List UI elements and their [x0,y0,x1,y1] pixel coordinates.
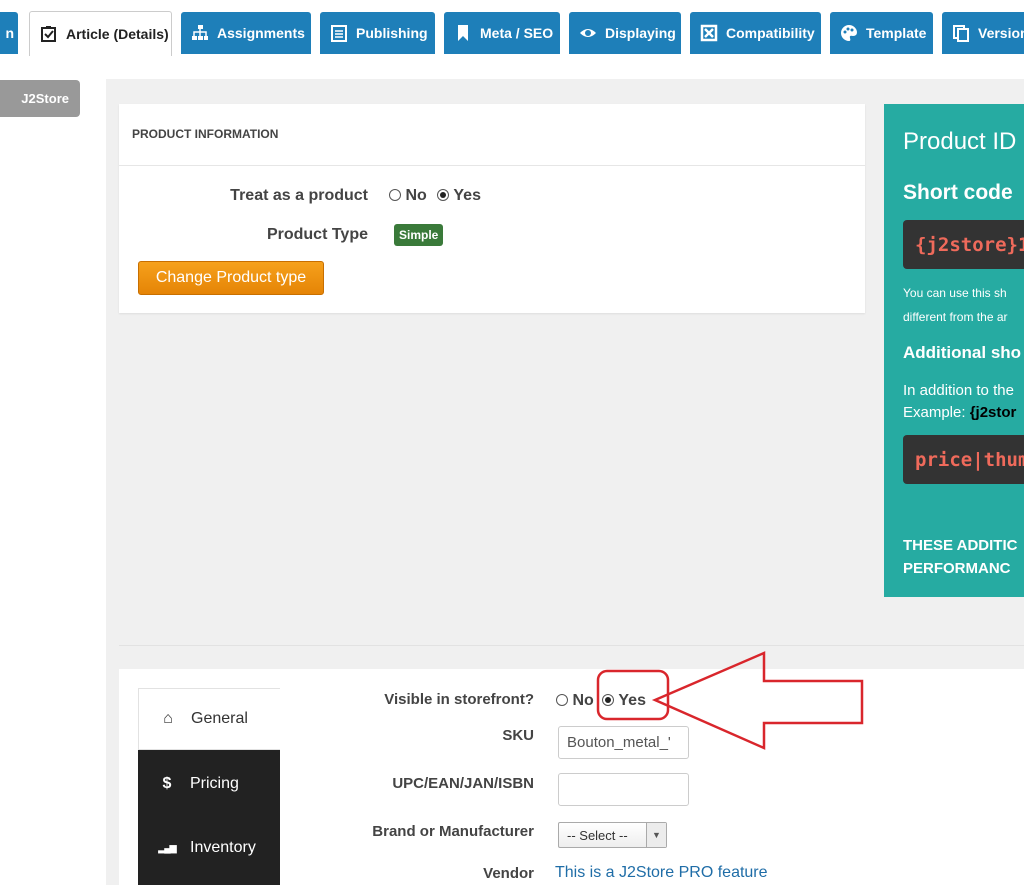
tab-label: Assignments [217,25,305,41]
j2store-sidebar-button[interactable]: J2Store [0,80,80,117]
performance-note: THESE ADDITIC PERFORMANC [903,534,1017,580]
signal-bars-icon: ▂▄▆ [158,842,176,853]
product-side-tabs: ⌂ General $ Pricing ▂▄▆ Inventory [138,688,280,885]
treat-no-radio[interactable] [389,189,401,201]
tab-assignments[interactable]: Assignments [181,12,311,54]
tab-bar: n Article (Details) Assignments Publishi… [0,0,1024,56]
brand-label: Brand or Manufacturer [372,823,534,840]
visible-yes-radio[interactable] [602,694,615,706]
performance-note-line-2: PERFORMANC [903,560,1011,577]
additional-code-box: price|thum [903,435,1024,484]
tab-meta-seo[interactable]: Meta / SEO [444,12,560,54]
addition-example-line: Example: {j2stor [903,402,1016,424]
side-tab-inventory[interactable]: ▂▄▆ Inventory [138,817,280,879]
sku-label: SKU [502,727,534,744]
vendor-label: Vendor [483,865,534,882]
pro-feature-link[interactable]: This is a J2Store PRO feature [555,864,768,882]
side-tab-label: General [191,710,248,727]
product-id-panel: Product ID Short code {j2store}1 You can… [884,104,1024,597]
product-information-title: PRODUCT INFORMATION [132,127,279,141]
tab-template[interactable]: Template [830,12,933,54]
tab-publishing[interactable]: Publishing [320,12,435,54]
additional-shortcode-text: In addition to the Example: {j2stor [903,380,1016,424]
sku-input[interactable]: Bouton_metal_' [558,726,689,759]
section-separator [119,645,1024,646]
additional-shortcode-heading: Additional sho [903,343,1022,362]
short-code-help-line-1: You can use this sh [903,286,1007,300]
tab-partial-left[interactable]: n [0,12,18,54]
side-tab-general[interactable]: ⌂ General [138,688,280,750]
tab-label: Meta / SEO [480,25,554,41]
short-code-help-line-2: different from the ar [903,310,1008,324]
tab-label: n [5,25,14,41]
visible-radio-group: No Yes [556,692,646,710]
checkbox-icon [40,25,58,43]
visible-no-radio[interactable] [556,694,568,706]
treat-yes-radio[interactable] [437,189,450,201]
visible-yes-label: Yes [618,692,646,709]
tab-article-details[interactable]: Article (Details) [29,11,172,56]
eye-icon [579,24,597,42]
tab-label: Displaying [605,25,676,41]
upc-input[interactable] [558,773,689,806]
side-tab-pricing[interactable]: $ Pricing [138,753,280,815]
tab-label: Version [978,25,1024,41]
treat-no-label: No [405,187,427,204]
calendar-icon [330,24,348,42]
divider [119,165,865,166]
product-type-badge: Simple [394,224,444,246]
upc-label: UPC/EAN/JAN/ISBN [392,775,534,792]
palette-icon [840,24,858,42]
example-code: {j2stor [969,404,1017,421]
side-tab-label: Pricing [190,775,239,792]
side-tab-label: Inventory [190,839,256,856]
tab-label: Article (Details) [66,26,169,42]
tab-label: Template [866,25,927,41]
bookmark-icon [454,24,472,42]
change-product-type-button[interactable]: Change Product type [138,261,324,295]
visible-in-storefront-label: Visible in storefront? [384,691,534,708]
copy-icon [952,24,970,42]
example-label: Example: [903,404,966,421]
tab-label: Compatibility [726,25,815,41]
tab-displaying[interactable]: Displaying [569,12,681,54]
short-code-heading: Short code [903,181,1013,204]
home-icon: ⌂ [163,710,173,727]
chevron-down-icon: ▼ [646,823,666,847]
tab-label: Publishing [356,25,428,41]
addition-line-1: In addition to the [903,382,1014,399]
puzzle-icon [700,24,718,42]
sitemap-icon [191,24,209,42]
tab-compatibility[interactable]: Compatibility [690,12,821,54]
dollar-icon: $ [162,775,172,792]
brand-select[interactable]: -- Select -- ▼ [558,822,667,848]
product-id-heading: Product ID [903,128,1017,155]
tab-versions[interactable]: Version [942,12,1024,54]
treat-as-product-label: Treat as a product [230,187,368,204]
brand-selected-value: -- Select -- [567,828,628,843]
performance-note-line-1: THESE ADDITIC [903,537,1018,554]
product-type-label: Product Type [266,226,368,243]
treat-as-product-radio-group: No Yes [389,187,481,205]
visible-no-label: No [572,692,594,709]
short-code-box: {j2store}1 [903,220,1024,269]
treat-yes-label: Yes [453,187,481,204]
